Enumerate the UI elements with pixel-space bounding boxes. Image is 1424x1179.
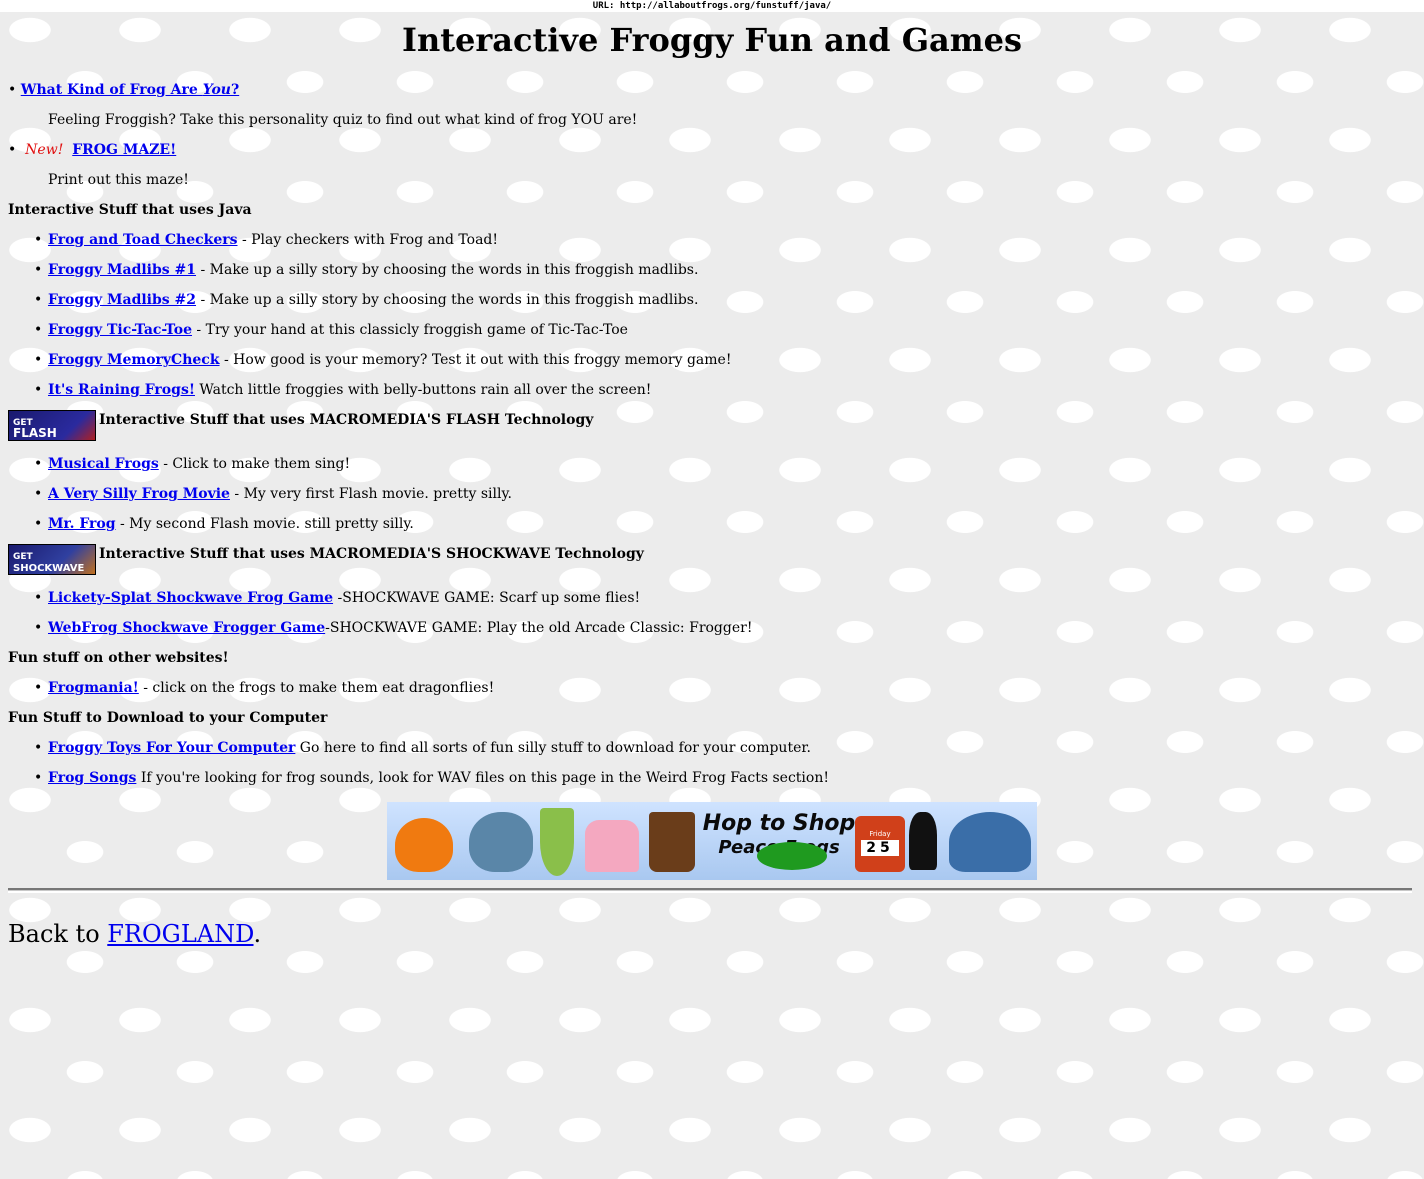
bullet: • (34, 382, 43, 398)
item-link[interactable]: Froggy MemoryCheck (48, 352, 220, 368)
quiz-link[interactable]: What Kind of Frog Are You? (21, 82, 239, 98)
list-item: • Froggy MemoryCheck - How good is your m… (8, 350, 731, 370)
item-description: - Play checkers with Frog and Toad! (237, 232, 499, 248)
item-link[interactable]: WebFrog Shockwave Frogger Game (48, 620, 325, 636)
java-heading: Interactive Stuff that uses Java (8, 202, 252, 218)
black-bag (909, 812, 937, 870)
bullet: • (34, 232, 43, 248)
list-item: • Froggy Madlibs #1 - Make up a silly sto… (8, 260, 698, 280)
pink-tshirt (585, 820, 639, 872)
item-link[interactable]: Froggy Madlibs #1 (48, 262, 196, 278)
item-description: -SHOCKWAVE GAME: Scarf up some flies! (333, 590, 641, 606)
shockwave-heading-row: GET SHOCKWAVE Interactive Stuff that uses … (8, 544, 644, 575)
bullet: • (34, 262, 43, 278)
item-description: Go here to find all sorts of fun silly s… (295, 740, 811, 756)
url-label: URL: (592, 1, 615, 11)
bullet: • (34, 486, 43, 502)
bullet: • (34, 590, 43, 606)
url-text: http://allaboutfrogs.org/funstuff/java/ (619, 1, 832, 11)
item-description: - My very first Flash movie. pretty sill… (229, 486, 512, 502)
item-link[interactable]: Froggy Toys For Your Computer (48, 740, 295, 756)
item-description: - Make up a silly story by choosing the … (196, 262, 699, 278)
bullet: • (8, 142, 26, 158)
shockwave-heading: Interactive Stuff that uses MACROMEDIA'S… (99, 546, 644, 562)
item-link[interactable]: Frog and Toad Checkers (48, 232, 238, 248)
maze-link[interactable]: FROG MAZE! (72, 142, 176, 158)
quiz-item: • What Kind of Frog Are You? (8, 80, 239, 100)
list-item: • Froggy Toys For Your Computer Go here t… (8, 738, 811, 758)
divider (8, 888, 1412, 893)
download-heading: Fun Stuff to Download to your Computer (8, 710, 328, 726)
green-frog-logo (757, 842, 827, 870)
list-item: • Musical Frogs - Click to make them sing… (8, 454, 350, 474)
maze-item: • New! FROG MAZE! (8, 140, 176, 160)
item-link[interactable]: Musical Frogs (48, 456, 159, 472)
frog-tie (540, 808, 574, 876)
item-description: - My second Flash movie. still pretty si… (115, 516, 414, 532)
bullet: • (34, 620, 43, 636)
page-content: Interactive Froggy Fun and Games • What … (8, 12, 1416, 948)
list-item: • A Very Silly Frog Movie - My very first… (8, 484, 512, 504)
item-link[interactable]: Frog Songs (48, 770, 136, 786)
bullet: • (8, 82, 21, 98)
page-title: Interactive Froggy Fun and Games (402, 21, 1022, 59)
get-shockwave-badge[interactable]: GET SHOCKWAVE (8, 544, 96, 575)
item-description: - click on the frogs to make them eat dr… (138, 680, 495, 696)
list-item: • Frogmania! - click on the frogs to make… (8, 678, 494, 698)
item-description: If you're looking for frog sounds, look … (136, 770, 829, 786)
flash-heading-row: GET FLASH Interactive Stuff that uses MACR… (8, 410, 593, 441)
bullet: • (34, 456, 43, 472)
list-item: • It's Raining Frogs! Watch little froggi… (8, 380, 651, 400)
item-link[interactable]: Mr. Frog (48, 516, 116, 532)
list-item: • Frog Songs If you're looking for frog s… (8, 768, 829, 788)
maze-description: Print out this maze! (48, 172, 189, 188)
orange-frog-figure (395, 818, 453, 872)
list-item: • Mr. Frog - My second Flash movie. still… (8, 514, 414, 534)
new-badge: New! (25, 142, 64, 158)
list-item: • Froggy Madlibs #2 - Make up a silly sto… (8, 290, 698, 310)
frog-mug (649, 812, 695, 872)
bullet: • (34, 292, 43, 308)
item-description: Watch little froggies with belly-buttons… (194, 382, 652, 398)
item-link[interactable]: A Very Silly Frog Movie (48, 486, 230, 502)
back-to-frogland: Back to FROGLAND. (8, 920, 262, 948)
denim-cap (949, 812, 1031, 872)
peace-frogs-banner[interactable]: Hop to Shop Peace Frogs Friday 25 (387, 802, 1037, 880)
item-description: - Make up a silly story by choosing the … (196, 292, 699, 308)
blue-frog-figure (469, 812, 533, 872)
get-flash-badge[interactable]: GET FLASH (8, 410, 96, 441)
flash-heading: Interactive Stuff that uses MACROMEDIA'S… (99, 412, 594, 428)
url-bar: URL: http://allaboutfrogs.org/funstuff/j… (0, 0, 1424, 12)
item-link[interactable]: Lickety-Splat Shockwave Frog Game (48, 590, 333, 606)
item-link[interactable]: It's Raining Frogs! (48, 382, 195, 398)
frog-calendar: Friday 25 (855, 816, 905, 872)
bullet: • (34, 516, 43, 532)
quiz-description: Feeling Froggish? Take this personality … (48, 112, 638, 128)
item-link[interactable]: Froggy Tic-Tac-Toe (48, 322, 192, 338)
item-link[interactable]: Froggy Madlibs #2 (48, 292, 196, 308)
item-description: - Try your hand at this classicly froggi… (191, 322, 628, 338)
item-description: - Click to make them sing! (158, 456, 351, 472)
list-item: • Frog and Toad Checkers - Play checkers … (8, 230, 498, 250)
bullet: • (34, 352, 43, 368)
other-sites-heading: Fun stuff on other websites! (8, 650, 229, 666)
list-item: • Lickety-Splat Shockwave Frog Game -SHOC… (8, 588, 640, 608)
item-link[interactable]: Frogmania! (48, 680, 139, 696)
bullet: • (34, 740, 43, 756)
item-description: - How good is your memory? Test it out w… (219, 352, 732, 368)
bullet: • (34, 770, 43, 786)
list-item: • Froggy Tic-Tac-Toe - Try your hand at t… (8, 320, 628, 340)
frogland-link[interactable]: FROGLAND (107, 920, 253, 948)
bullet: • (34, 680, 43, 696)
bullet: • (34, 322, 43, 338)
list-item: • WebFrog Shockwave Frogger Game-SHOCKWAV… (8, 618, 752, 638)
item-description: -SHOCKWAVE GAME: Play the old Arcade Cla… (325, 620, 753, 636)
